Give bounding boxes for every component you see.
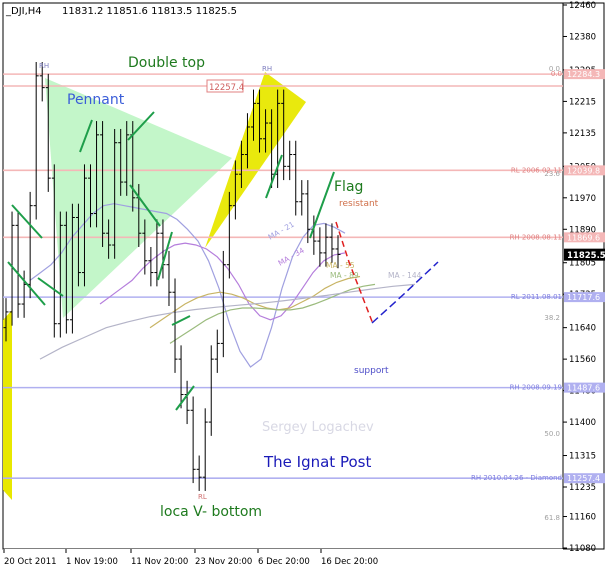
level-label: RH 2010.04.26 - Diamond [471,474,562,482]
level-price-label: 11717.6 [567,293,600,302]
y-tick-label: 11315 [569,452,596,462]
x-tick-label: 6 Dec 20:00 [258,557,310,567]
y-tick-label: 12215 [569,97,596,107]
rh-marker-left: RH [39,62,49,70]
y-tick-label: 11080 [569,544,596,554]
rl-marker: RL [198,493,207,501]
current-price-label: 11825.5 [567,251,605,261]
symbol-label: _DJI,H4 [5,6,42,17]
y-tick-label: 11400 [569,418,596,428]
y-tick-label: 11970 [569,194,596,204]
resistant-label: resistant [339,199,379,209]
v-bottom-label: loca V- bottom [160,504,262,520]
y-tick-label: 12460 [569,1,596,11]
x-tick-label: 23 Nov 20:00 [195,557,252,567]
x-tick-label: 20 Oct 2011 [4,557,57,567]
fib-label: 38.2 [544,314,560,322]
price-chart[interactable]: MA - 21MA - 34 MA - 55MA - 89 MA - 144 124… [0,0,605,570]
level-price-label: 12284.3 [567,70,600,79]
level-label: RH 2008.09.19 [510,384,562,392]
ohlc-label: 11831.2 11851.6 11813.5 11825.5 [62,6,237,17]
level-price-label: 11487.6 [567,384,600,393]
pennant-label: Pennant [67,92,125,108]
level-label: RL 2011.08.01 [511,293,562,301]
y-tick-label: 11640 [569,324,596,334]
y-tick-label: 11160 [569,513,596,523]
level-label: 0.0 [551,70,562,78]
price-axis-area [562,2,605,550]
watermark-label: Sergey Logachev [262,420,374,435]
x-tick-label: 16 Dec 20:00 [321,557,378,567]
flag-label: Flag [334,179,363,195]
ma-label: MA - 144 [388,271,422,280]
level-price-label: 11869.6 [567,233,600,242]
price-box-label: 12257.4 [209,83,244,93]
level-price-label: 12039.8 [567,166,600,175]
level-label: RL 2006.02.11 [511,166,562,174]
level-price-label: 11257.4 [567,474,600,483]
y-tick-label: 11235 [569,483,596,493]
fib-label: 50.0 [544,430,560,438]
y-tick-label: 12380 [569,32,596,42]
support-label: support [354,366,389,376]
x-tick-label: 11 Nov 20:00 [131,557,188,567]
x-tick-label: 1 Nov 19:00 [66,557,118,567]
y-tick-label: 11560 [569,355,596,365]
y-tick-label: 12135 [569,129,596,139]
fib-label: 61.8 [544,514,560,522]
level-label: RH 2008.08.11 [510,233,562,241]
double-top-label: Double top [128,55,205,71]
ma-label: MA - 89 [330,271,359,280]
site-label: The Ignat Post [263,453,371,471]
left-edge-wedge [3,310,12,500]
rh-marker-right: RH [262,65,272,73]
